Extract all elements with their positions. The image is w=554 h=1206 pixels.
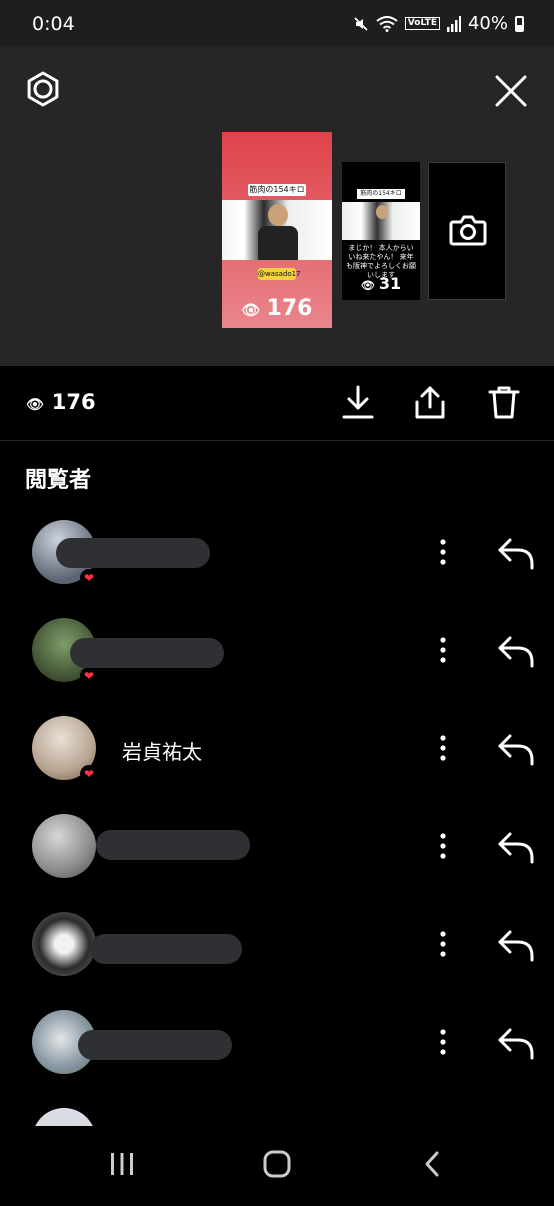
delete-button[interactable] <box>486 384 522 420</box>
story-photo <box>342 202 420 240</box>
story-view-count: 👁 176 <box>222 296 332 321</box>
reply-icon <box>498 832 534 864</box>
more-vertical-icon <box>440 735 446 761</box>
battery-icon <box>515 15 524 32</box>
story-thumbnail-next[interactable]: 筋肉の154キロ まじか！ 本人からいいね来たやん！ 来年も阪神でよろしくお願い… <box>342 162 420 300</box>
viewer-row[interactable] <box>0 814 554 912</box>
add-story-camera-button[interactable] <box>428 162 506 300</box>
view-count-number: 176 <box>51 390 96 414</box>
viewer-name: 岩貞祐太 <box>122 740 202 764</box>
redacted-name <box>78 1030 232 1060</box>
story-caption: 筋肉の154キロ <box>357 189 405 199</box>
story-preview-panel: 筋肉の154キロ @wasado17 👁 176 筋肉の154キロ まじか！ 本人… <box>0 46 554 412</box>
more-button[interactable] <box>430 1024 456 1060</box>
story-view-number: 31 <box>378 274 402 293</box>
reply-icon <box>498 636 534 668</box>
more-button[interactable] <box>430 926 456 962</box>
viewer-row[interactable] <box>0 1010 554 1108</box>
story-view-number: 176 <box>266 296 313 321</box>
more-button[interactable] <box>430 828 456 864</box>
eye-icon: 👁 <box>360 279 375 292</box>
download-icon <box>342 385 374 419</box>
viewer-row[interactable]: ❤ 岩貞祐太 <box>0 716 554 814</box>
settings-button[interactable] <box>24 70 62 108</box>
recents-icon <box>111 1153 133 1175</box>
recents-button[interactable] <box>108 1150 136 1182</box>
view-count: 👁 176 <box>26 390 96 414</box>
story-photo <box>222 200 332 260</box>
story-handle-sticker: @wasado17 <box>258 268 301 280</box>
reply-button[interactable] <box>496 826 536 866</box>
share-button[interactable] <box>412 384 448 420</box>
reply-button[interactable] <box>496 1022 536 1062</box>
wifi-icon <box>376 15 398 32</box>
system-nav-bar <box>0 1126 554 1200</box>
reply-icon <box>498 1028 534 1060</box>
more-vertical-icon <box>440 539 446 565</box>
close-button[interactable] <box>492 72 530 110</box>
home-button[interactable] <box>262 1150 292 1182</box>
heart-icon: ❤ <box>80 765 98 783</box>
viewer-row[interactable] <box>0 912 554 1010</box>
signal-icon <box>446 15 461 32</box>
reply-icon <box>498 930 534 962</box>
more-vertical-icon <box>440 833 446 859</box>
reply-button[interactable] <box>496 532 536 572</box>
trash-icon <box>488 386 520 419</box>
heart-icon: ❤ <box>80 569 98 587</box>
reply-button[interactable] <box>496 630 536 670</box>
avatar[interactable] <box>32 912 96 976</box>
redacted-name <box>56 538 210 568</box>
more-vertical-icon <box>440 931 446 957</box>
back-icon <box>425 1151 439 1177</box>
action-bar: 👁 176 <box>0 366 554 441</box>
viewer-row[interactable]: ❤ <box>0 618 554 716</box>
close-icon <box>495 75 527 107</box>
more-vertical-icon <box>440 1029 446 1055</box>
eye-icon: 👁 <box>26 397 44 413</box>
more-vertical-icon <box>440 637 446 663</box>
download-button[interactable] <box>340 384 376 420</box>
reply-button[interactable] <box>496 728 536 768</box>
gear-icon <box>27 71 59 107</box>
status-icons: VoLTE 40% <box>353 13 524 34</box>
viewer-row[interactable]: ❤ <box>0 520 554 618</box>
mute-icon <box>354 16 368 31</box>
redacted-name <box>70 638 224 668</box>
reply-icon <box>498 734 534 766</box>
story-caption: 筋肉の154キロ <box>248 184 306 196</box>
redacted-name <box>90 934 242 964</box>
share-icon <box>415 386 445 419</box>
reply-button[interactable] <box>496 924 536 964</box>
eye-icon: 👁 <box>241 301 261 319</box>
back-button[interactable] <box>422 1150 442 1182</box>
battery-percent: 40% <box>467 13 508 34</box>
home-icon <box>263 1150 291 1178</box>
camera-icon <box>449 215 487 246</box>
more-button[interactable] <box>430 534 456 570</box>
viewers-heading: 閲覧者 <box>25 468 92 493</box>
story-view-count: 👁 31 <box>342 274 420 293</box>
more-button[interactable] <box>430 632 456 668</box>
more-button[interactable] <box>430 730 456 766</box>
redacted-name <box>96 830 250 860</box>
story-thumbnail-current[interactable]: 筋肉の154キロ @wasado17 👁 176 <box>222 132 332 328</box>
status-time: 0:04 <box>32 13 75 35</box>
reply-icon <box>498 538 534 570</box>
status-bar: 0:04 VoLTE 40% <box>0 0 554 46</box>
heart-icon: ❤ <box>80 667 98 685</box>
avatar[interactable] <box>32 814 96 878</box>
volte-badge: VoLTE <box>404 17 440 30</box>
